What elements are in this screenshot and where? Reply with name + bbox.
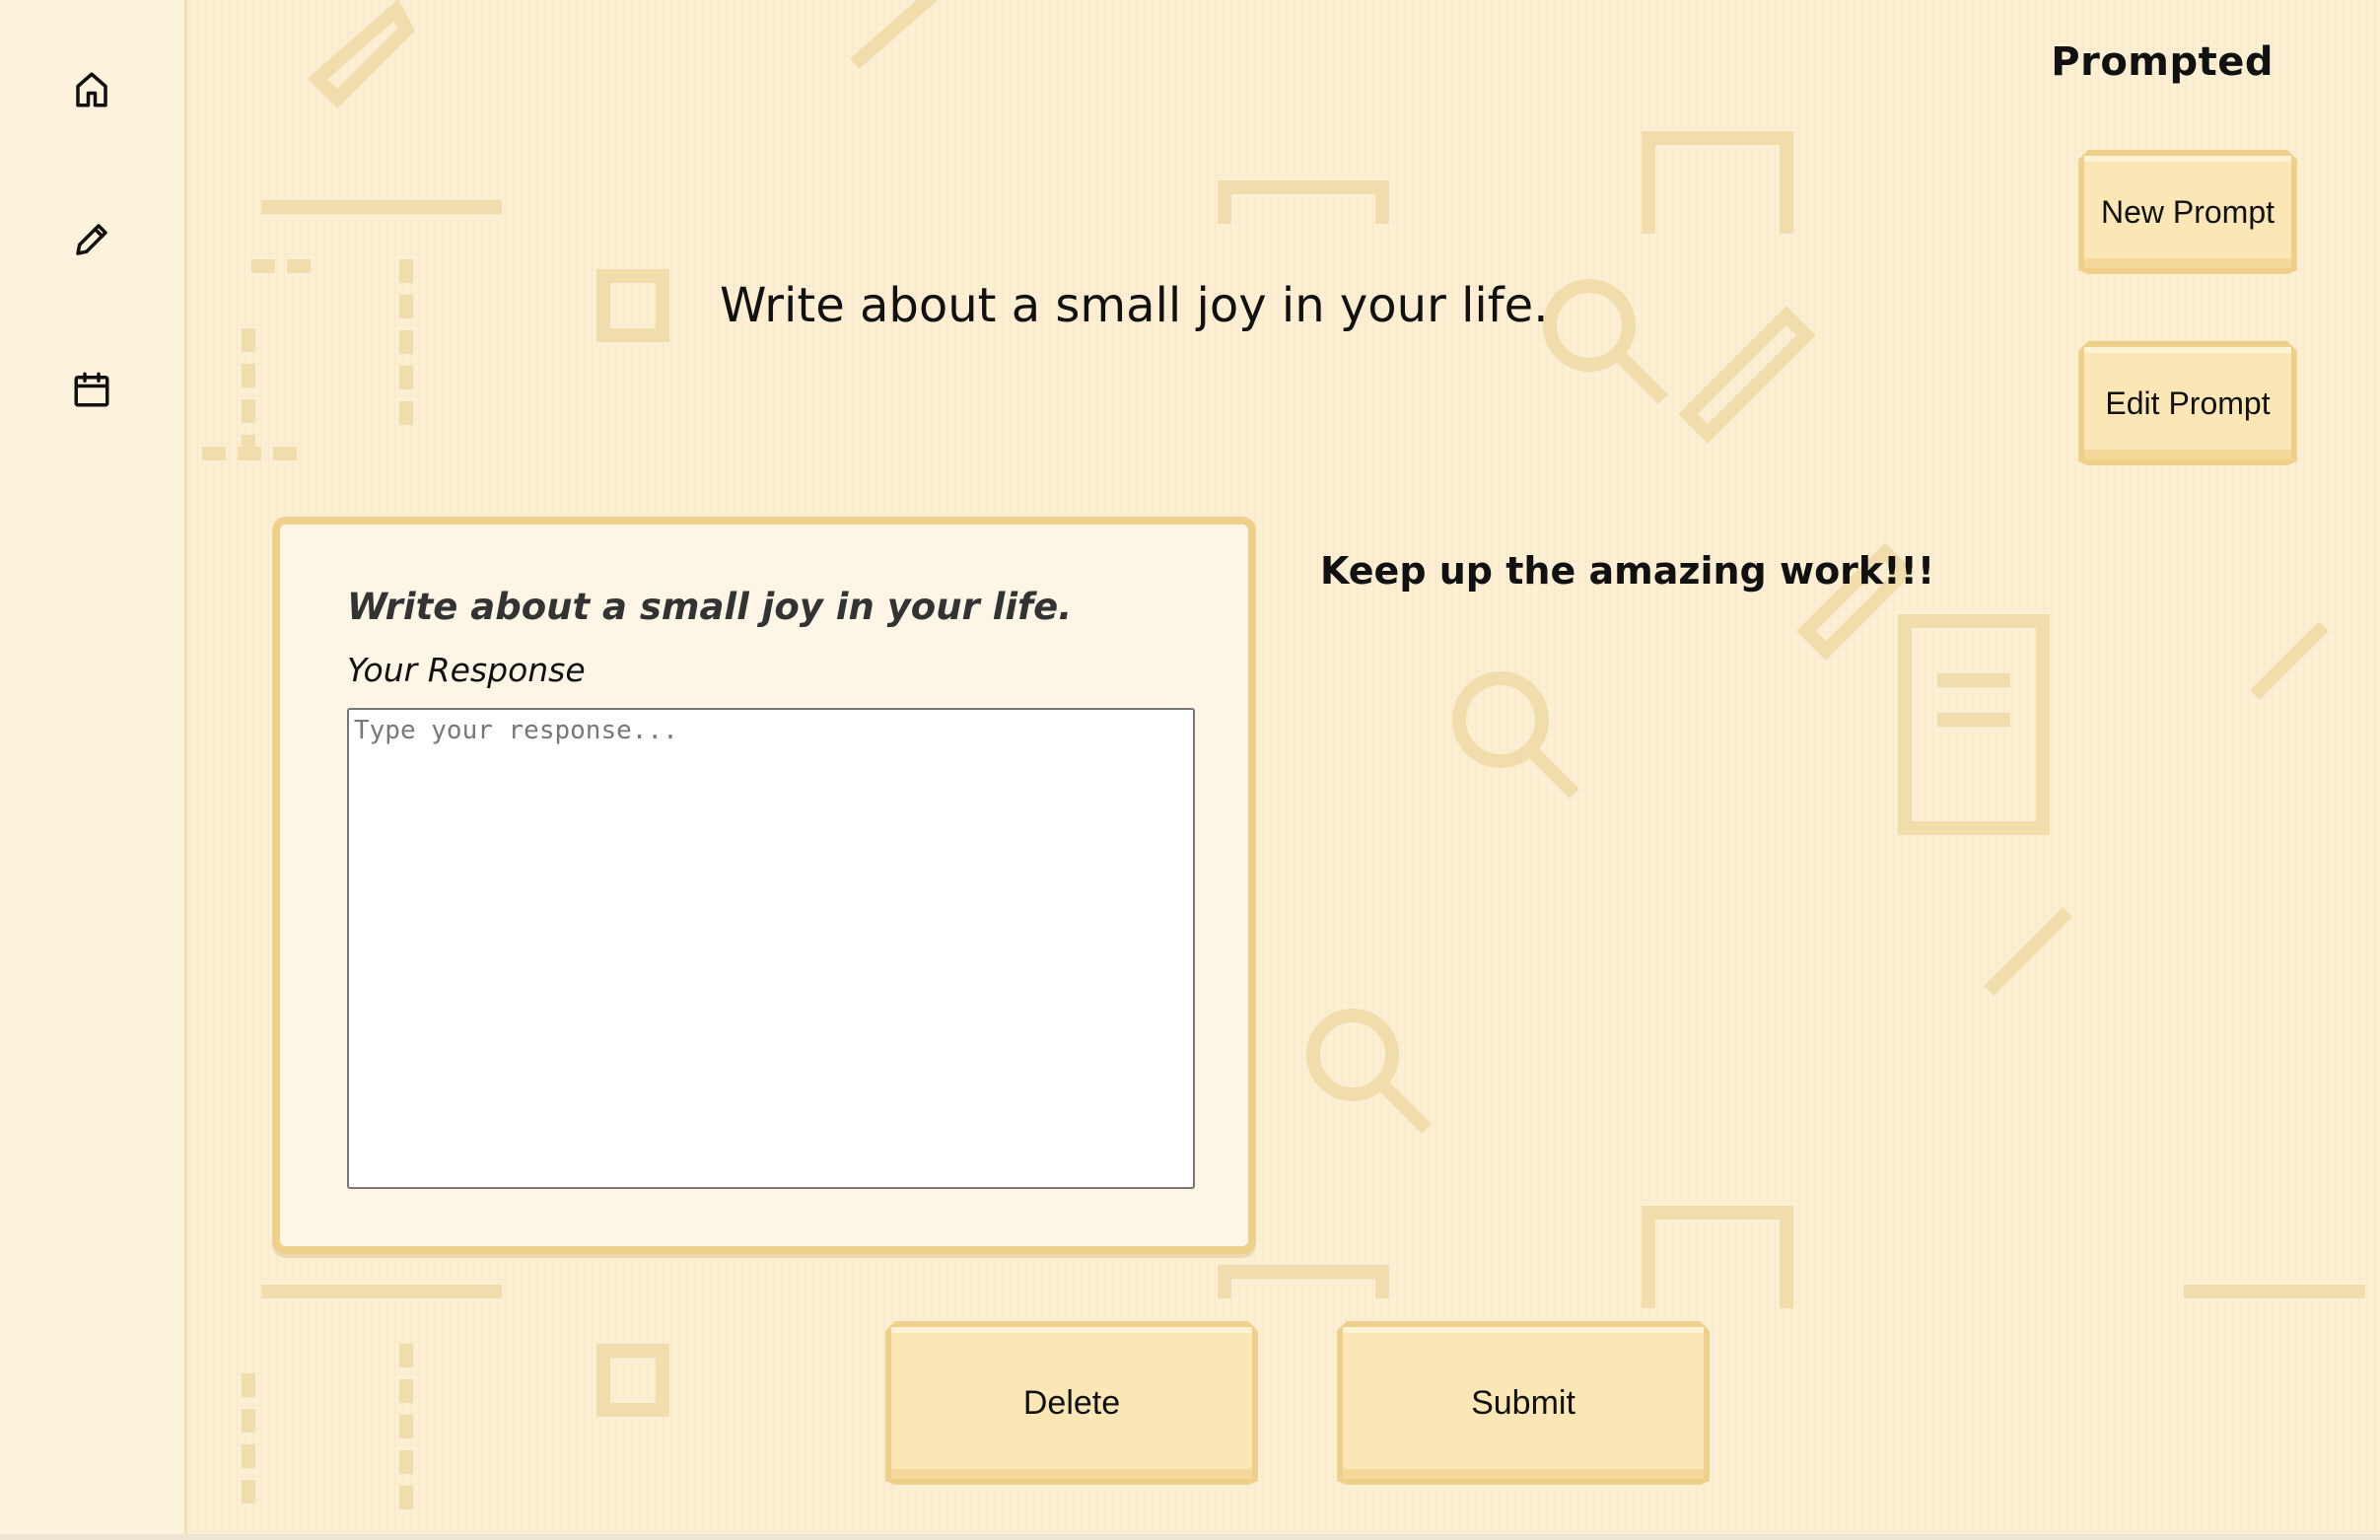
- edit-prompt-button[interactable]: Edit Prompt: [2078, 341, 2297, 465]
- card-title: Write about a small joy in your life.: [347, 586, 1073, 628]
- app-title: Prompted: [2051, 39, 2274, 85]
- nav-calendar[interactable]: [61, 359, 122, 420]
- new-prompt-button[interactable]: New Prompt: [2078, 150, 2297, 274]
- response-input[interactable]: [347, 708, 1195, 1189]
- prompt-text: Write about a small joy in your life.: [720, 278, 1549, 333]
- submit-button[interactable]: Submit: [1337, 1321, 1710, 1485]
- nav-write[interactable]: [61, 209, 122, 270]
- calendar-icon: [74, 372, 109, 407]
- encouragement-message: Keep up the amazing work!!!: [1320, 549, 1935, 593]
- pencil-icon: [76, 224, 107, 255]
- delete-button[interactable]: Delete: [885, 1321, 1258, 1485]
- response-label: Your Response: [347, 651, 586, 689]
- home-icon: [76, 72, 107, 107]
- nav-home[interactable]: [61, 59, 122, 120]
- response-card: Write about a small joy in your life. Yo…: [272, 517, 1256, 1254]
- bottom-edge: [0, 1534, 2380, 1540]
- sidebar: [0, 0, 187, 1540]
